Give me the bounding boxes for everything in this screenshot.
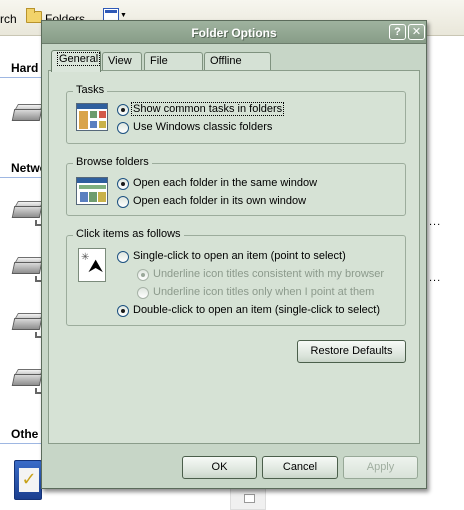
click-items-group-title: Click items as follows — [73, 228, 184, 240]
single-click-label[interactable]: Single-click to open an item (point to s… — [133, 250, 346, 262]
tab-file-types[interactable]: File Types — [144, 52, 203, 84]
browse-folders-group-title: Browse folders — [73, 156, 152, 168]
tasks-group-title: Tasks — [73, 84, 108, 96]
underline-point-label[interactable]: Underline icon titles only when I point … — [153, 286, 374, 298]
network-drive-icon[interactable] — [11, 256, 47, 282]
chevron-down-icon[interactable]: ▼ — [120, 12, 127, 19]
browse-folders-icon — [76, 177, 108, 205]
double-click-radio[interactable] — [117, 305, 129, 317]
show-common-tasks-label[interactable]: Show common tasks in folders — [130, 102, 285, 116]
section-other: Othe — [11, 427, 39, 441]
truncated-text: ... — [429, 272, 442, 284]
own-window-radio[interactable] — [117, 196, 129, 208]
pointer-icon: ✳ ⮝ — [78, 248, 106, 282]
own-window-label[interactable]: Open each folder in its own window — [133, 195, 306, 207]
tasks-icon — [76, 103, 108, 131]
show-common-tasks-radio[interactable] — [117, 104, 129, 116]
help-button[interactable]: ? — [389, 24, 406, 40]
ok-button[interactable]: OK — [182, 456, 257, 479]
section-hard-disk-drives: Hard — [11, 61, 39, 75]
underline-browser-radio[interactable] — [137, 269, 149, 281]
general-tab-panel: Tasks Show common tasks in folders Use W… — [48, 70, 420, 444]
underline-point-radio[interactable] — [137, 287, 149, 299]
dialog-titlebar[interactable]: Folder Options ? ✕ — [42, 21, 426, 44]
close-button[interactable]: ✕ — [408, 24, 425, 40]
same-window-label[interactable]: Open each folder in the same window — [133, 177, 317, 189]
tasks-group: Tasks Show common tasks in folders Use W… — [66, 84, 406, 144]
same-window-radio[interactable] — [117, 178, 129, 190]
dialog-title: Folder Options — [191, 26, 277, 40]
underline-browser-label[interactable]: Underline icon titles consistent with my… — [153, 268, 384, 280]
folder-icon[interactable] — [26, 8, 42, 23]
network-drive-icon[interactable] — [11, 200, 47, 226]
tab-view[interactable]: View — [102, 52, 142, 71]
cancel-button[interactable]: Cancel — [262, 456, 338, 479]
click-items-group: Click items as follows ✳ ⮝ Single-click t… — [66, 228, 406, 326]
section-divider — [0, 177, 44, 178]
section-divider — [0, 443, 44, 444]
truncated-text: ... — [429, 216, 442, 228]
classic-folders-radio[interactable] — [117, 122, 129, 134]
tab-general[interactable]: General — [51, 50, 101, 72]
search-button-label[interactable]: rch — [0, 12, 17, 26]
mail-icon[interactable] — [230, 488, 266, 510]
hard-drive-icon[interactable] — [11, 103, 45, 125]
network-drive-icon[interactable] — [11, 368, 47, 394]
double-click-label[interactable]: Double-click to open an item (single-cli… — [133, 304, 380, 316]
control-panel-icon[interactable] — [14, 460, 42, 500]
single-click-radio[interactable] — [117, 251, 129, 263]
section-divider — [0, 77, 44, 78]
restore-defaults-button[interactable]: Restore Defaults — [297, 340, 406, 363]
tab-offline-files[interactable]: Offline Files — [204, 52, 271, 84]
classic-folders-label[interactable]: Use Windows classic folders — [133, 121, 272, 133]
apply-button[interactable]: Apply — [343, 456, 418, 479]
folder-options-dialog: Folder Options ? ✕ General View File Typ… — [41, 20, 427, 489]
network-drive-icon[interactable] — [11, 312, 47, 338]
browse-folders-group: Browse folders Open each folder in the s… — [66, 156, 406, 216]
